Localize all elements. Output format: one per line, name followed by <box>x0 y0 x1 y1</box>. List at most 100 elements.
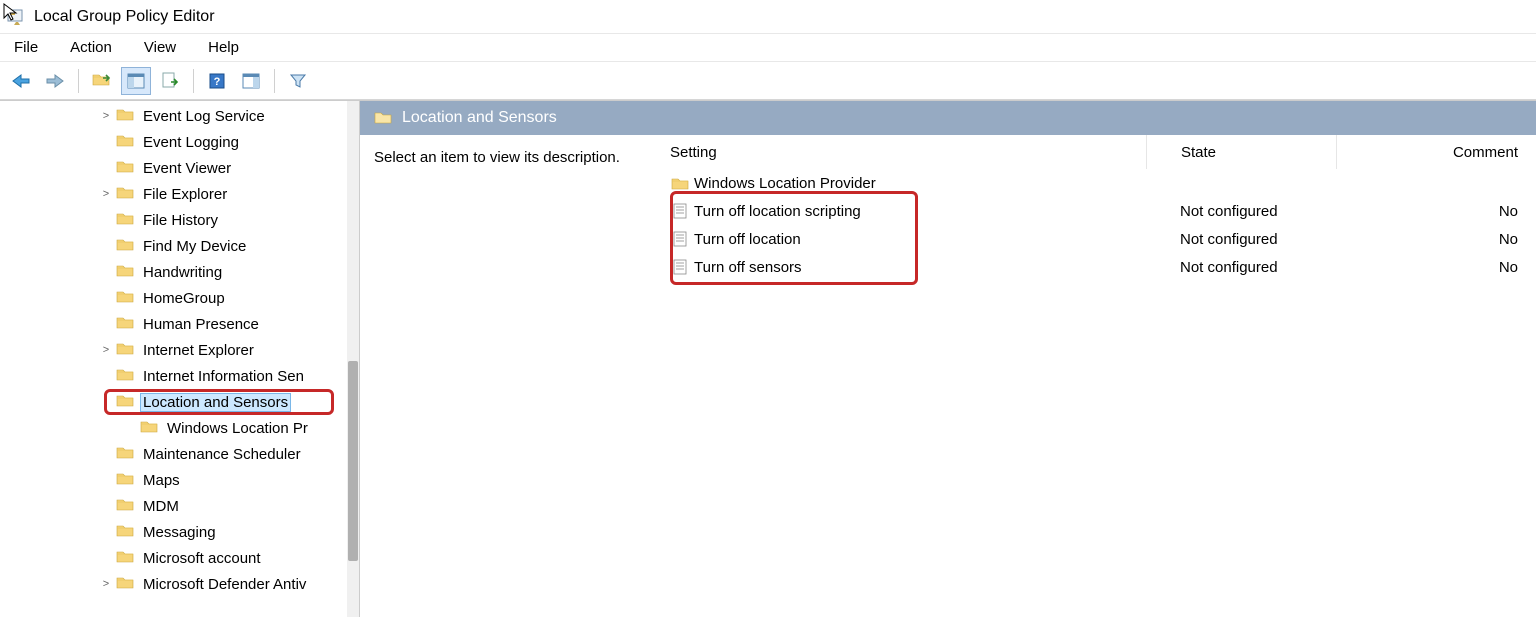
svg-text:?: ? <box>214 76 221 88</box>
tree-item-label: File History <box>140 211 221 230</box>
tree-item[interactable]: >Handwriting <box>0 259 347 285</box>
setting-comment: No <box>1336 259 1536 276</box>
up-button[interactable] <box>87 67 117 95</box>
toggle-tree-button[interactable] <box>121 67 151 95</box>
filter-button[interactable] <box>283 67 313 95</box>
tree-item-label: Windows Location Pr <box>164 419 311 438</box>
action-pane-button[interactable] <box>236 67 266 95</box>
tree-item[interactable]: >Event Logging <box>0 129 347 155</box>
folder-open-icon <box>374 110 392 127</box>
tree-item-label: MDM <box>140 497 182 516</box>
settings-row[interactable]: Turn off location Not configuredNo <box>670 225 1536 253</box>
folder-icon <box>116 133 134 151</box>
tree-item[interactable]: >Human Presence <box>0 311 347 337</box>
tree-item[interactable]: >HomeGroup <box>0 285 347 311</box>
tree-item-label: Human Presence <box>140 315 262 334</box>
column-header-setting[interactable]: Setting <box>670 144 1146 161</box>
content-pane: Location and Sensors Select an item to v… <box>360 101 1536 617</box>
column-header-comment[interactable]: Comment <box>1336 135 1536 169</box>
settings-row[interactable]: Turn off location scripting Not configure… <box>670 197 1536 225</box>
tree-pane: > Event Log Service >Event Logging>Event V… <box>0 101 360 617</box>
menu-file[interactable]: File <box>10 37 42 58</box>
setting-name: Turn off location scripting <box>694 203 861 220</box>
tree-item-label: Microsoft account <box>140 549 264 568</box>
tree-item-label: Internet Explorer <box>140 341 257 360</box>
tree-item[interactable]: >Find My Device <box>0 233 347 259</box>
setting-name: Windows Location Provider <box>694 175 876 192</box>
tree-item-label: Microsoft Defender Antiv <box>140 575 309 594</box>
content-header: Location and Sensors <box>360 101 1536 135</box>
tree-item[interactable]: >Location and Sensors <box>0 389 347 415</box>
folder-icon <box>670 176 690 190</box>
folder-icon <box>116 107 134 125</box>
app-icon <box>6 7 26 27</box>
tree-item-label: Handwriting <box>140 263 225 282</box>
settings-row[interactable]: Windows Location Provider <box>670 169 1536 197</box>
tree-item-label: Event Log Service <box>140 107 268 126</box>
tree-item[interactable]: >File Explorer <box>0 181 347 207</box>
expander-icon[interactable]: > <box>96 344 116 356</box>
tree-item-label: Messaging <box>140 523 219 542</box>
folder-icon <box>116 367 134 385</box>
setting-name: Turn off sensors <box>694 259 802 276</box>
setting-state: Not configured <box>1146 231 1336 248</box>
folder-icon <box>116 549 134 567</box>
tree-item[interactable]: >Internet Information Sen <box>0 363 347 389</box>
help-button[interactable]: ? <box>202 67 232 95</box>
tree-item-label: Location and Sensors <box>140 393 291 412</box>
folder-icon <box>116 523 134 541</box>
settings-row[interactable]: Turn off sensors Not configuredNo <box>670 253 1536 281</box>
setting-name: Turn off location <box>694 231 801 248</box>
back-button[interactable] <box>6 67 36 95</box>
menu-action[interactable]: Action <box>66 37 116 58</box>
setting-comment: No <box>1336 231 1536 248</box>
tree-item[interactable]: > Internet Explorer <box>0 337 347 363</box>
folder-icon <box>116 341 134 359</box>
column-header-state[interactable]: State <box>1146 135 1336 169</box>
description-prompt: Select an item to view its description. <box>374 149 620 166</box>
tree-scrollbar[interactable] <box>347 101 359 617</box>
tree-item[interactable]: >Messaging <box>0 519 347 545</box>
tree-item[interactable]: >Microsoft account <box>0 545 347 571</box>
tree-item[interactable]: >Maintenance Scheduler <box>0 441 347 467</box>
policy-icon <box>670 231 690 247</box>
content-header-title: Location and Sensors <box>402 109 557 127</box>
folder-icon <box>116 211 134 229</box>
folder-icon <box>116 185 134 203</box>
menubar: File Action View Help <box>0 34 1536 62</box>
setting-state: Not configured <box>1146 203 1336 220</box>
window-title: Local Group Policy Editor <box>34 8 215 26</box>
description-column: Select an item to view its description. <box>360 135 670 617</box>
folder-icon <box>116 237 134 255</box>
menu-help[interactable]: Help <box>204 37 243 58</box>
tree: > Event Log Service >Event Logging>Event V… <box>0 101 347 597</box>
folder-icon <box>116 445 134 463</box>
expander-icon[interactable]: > <box>96 578 116 590</box>
tree-item[interactable]: > Microsoft Defender Antiv <box>0 571 347 597</box>
columns-header: Setting State Comment <box>670 135 1536 169</box>
tree-item[interactable]: >MDM <box>0 493 347 519</box>
titlebar: Local Group Policy Editor <box>0 0 1536 34</box>
tree-item-label: Maps <box>140 471 183 490</box>
toolbar: ? <box>0 62 1536 100</box>
setting-comment: No <box>1336 203 1536 220</box>
tree-item-label: Internet Information Sen <box>140 367 307 386</box>
tree-item[interactable]: >Event Viewer <box>0 155 347 181</box>
folder-icon <box>116 315 134 333</box>
expander-icon[interactable]: > <box>96 110 116 122</box>
tree-item[interactable]: >File History <box>0 207 347 233</box>
expander-icon[interactable]: > <box>96 188 116 200</box>
folder-icon <box>116 393 134 411</box>
tree-item[interactable]: > Event Log Service <box>0 103 347 129</box>
policy-icon <box>670 259 690 275</box>
tree-item[interactable]: >Maps <box>0 467 347 493</box>
forward-button[interactable] <box>40 67 70 95</box>
export-button[interactable] <box>155 67 185 95</box>
folder-icon <box>116 289 134 307</box>
menu-view[interactable]: View <box>140 37 180 58</box>
tree-item[interactable]: >Windows Location Pr <box>0 415 347 441</box>
setting-state: Not configured <box>1146 259 1336 276</box>
tree-item-label: Find My Device <box>140 237 249 256</box>
settings-column: Setting State Comment Windows Location P… <box>670 135 1536 617</box>
folder-icon <box>116 159 134 177</box>
